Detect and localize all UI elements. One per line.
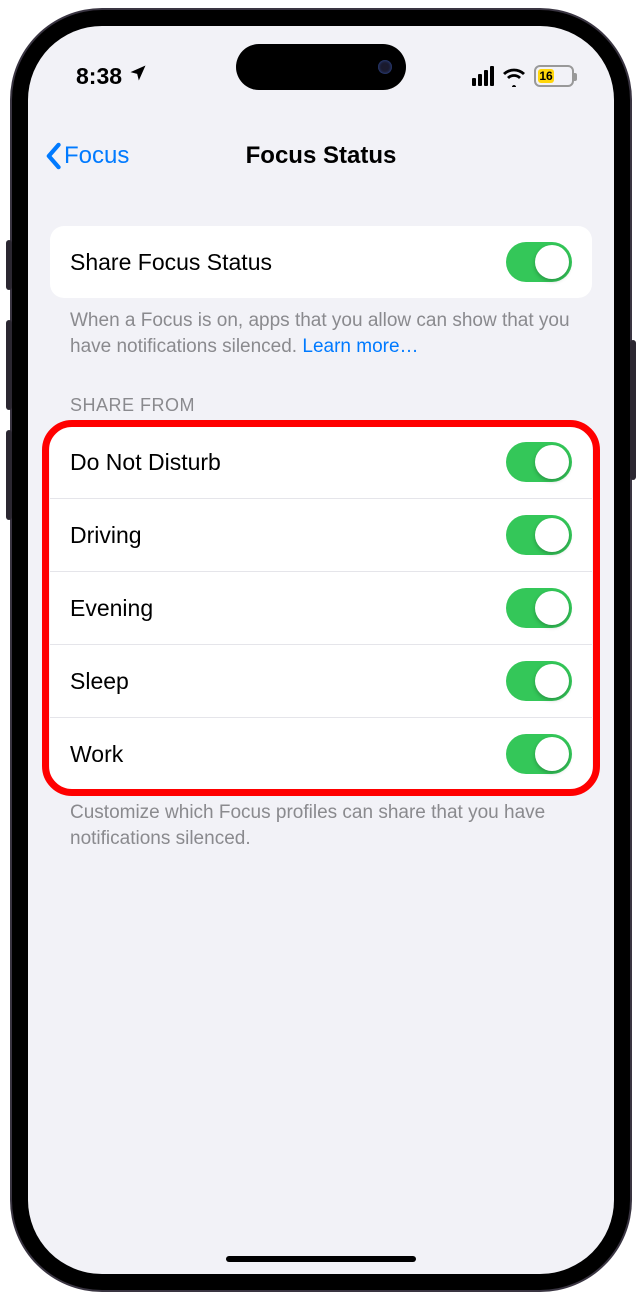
battery-icon: 16 xyxy=(534,65,574,87)
share-from-group: Do Not Disturb Driving Evening Sleep xyxy=(50,426,592,790)
highlight-annotation: Do Not Disturb Driving Evening Sleep xyxy=(50,426,592,790)
power-button xyxy=(630,340,636,480)
focus-toggle-do-not-disturb[interactable] xyxy=(506,442,572,482)
share-status-group: Share Focus Status xyxy=(50,226,592,298)
cellular-icon xyxy=(472,66,494,86)
status-right: 16 xyxy=(472,65,574,87)
page-title: Focus Status xyxy=(246,142,397,170)
focus-row-evening: Evening xyxy=(50,572,592,645)
battery-level: 16 xyxy=(538,69,554,83)
status-left: 8:38 xyxy=(76,63,148,90)
nav-bar: Focus Focus Status xyxy=(28,126,614,186)
volume-down-button xyxy=(6,430,12,520)
share-focus-status-label: Share Focus Status xyxy=(70,249,272,276)
home-indicator[interactable] xyxy=(226,1256,416,1262)
focus-toggle-sleep[interactable] xyxy=(506,661,572,701)
share-from-footer: Customize which Focus profiles can share… xyxy=(50,790,592,851)
back-button[interactable]: Focus xyxy=(44,142,129,170)
focus-label: Sleep xyxy=(70,668,129,695)
location-icon xyxy=(128,63,148,89)
back-label: Focus xyxy=(64,142,129,170)
focus-label: Driving xyxy=(70,522,142,549)
dynamic-island xyxy=(236,44,406,90)
share-focus-status-row: Share Focus Status xyxy=(50,226,592,298)
focus-label: Work xyxy=(70,741,123,768)
screen: 8:38 16 F xyxy=(28,26,614,1274)
focus-row-driving: Driving xyxy=(50,499,592,572)
focus-row-work: Work xyxy=(50,718,592,790)
focus-label: Do Not Disturb xyxy=(70,449,221,476)
silent-switch xyxy=(6,240,12,290)
toggle-knob xyxy=(535,245,569,279)
camera-dot xyxy=(378,60,392,74)
focus-toggle-evening[interactable] xyxy=(506,588,572,628)
share-from-header: SHARE FROM xyxy=(50,359,592,426)
focus-toggle-work[interactable] xyxy=(506,734,572,774)
focus-toggle-driving[interactable] xyxy=(506,515,572,555)
content: Share Focus Status When a Focus is on, a… xyxy=(28,226,614,1274)
wifi-icon xyxy=(502,66,526,86)
phone-frame: 8:38 16 F xyxy=(12,10,630,1290)
focus-label: Evening xyxy=(70,595,153,622)
status-time: 8:38 xyxy=(76,63,122,90)
chevron-left-icon xyxy=(44,142,62,170)
focus-row-sleep: Sleep xyxy=(50,645,592,718)
focus-row-do-not-disturb: Do Not Disturb xyxy=(50,426,592,499)
learn-more-link[interactable]: Learn more… xyxy=(302,336,418,357)
share-status-footer: When a Focus is on, apps that you allow … xyxy=(50,298,592,359)
volume-up-button xyxy=(6,320,12,410)
share-focus-status-toggle[interactable] xyxy=(506,242,572,282)
